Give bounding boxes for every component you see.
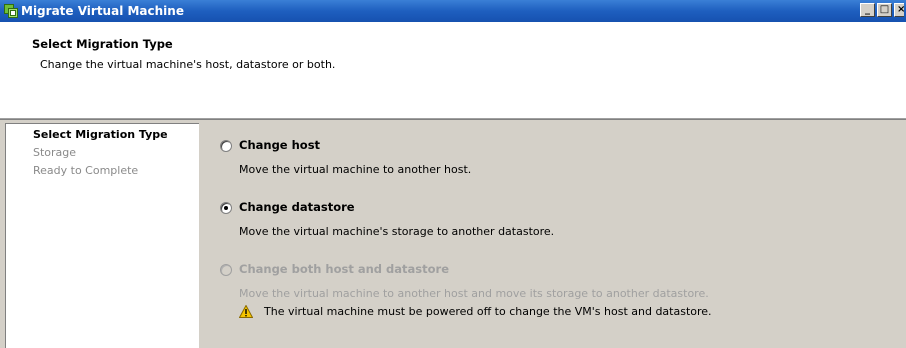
migration-options: Change host Move the virtual machine to …	[200, 120, 906, 348]
vm-migrate-icon	[4, 4, 18, 18]
maximize-button[interactable]: □	[877, 3, 892, 17]
step-ready-to-complete[interactable]: Ready to Complete	[33, 164, 138, 177]
change-both-description: Move the virtual machine to another host…	[239, 287, 709, 300]
step-select-migration-type[interactable]: Select Migration Type	[33, 128, 168, 141]
page-subtitle: Change the virtual machine's host, datas…	[40, 58, 336, 71]
change-both-radio	[220, 264, 232, 276]
step-storage[interactable]: Storage	[33, 146, 76, 159]
wizard-body: Select Migration Type Storage Ready to C…	[0, 120, 906, 348]
minimize-button[interactable]: _	[860, 3, 875, 17]
change-datastore-radio[interactable]	[220, 202, 232, 214]
warning-message: The virtual machine must be powered off …	[264, 305, 712, 318]
title-bar[interactable]: Migrate Virtual Machine _ □ ×	[0, 0, 906, 22]
change-both-label: Change both host and datastore	[239, 262, 450, 276]
change-host-description: Move the virtual machine to another host…	[239, 163, 472, 176]
change-datastore-description: Move the virtual machine's storage to an…	[239, 225, 555, 238]
wizard-steps-panel: Select Migration Type Storage Ready to C…	[5, 123, 199, 348]
change-host-label[interactable]: Change host	[239, 138, 320, 152]
page-title: Select Migration Type	[32, 37, 173, 51]
window-title: Migrate Virtual Machine	[21, 4, 184, 18]
warning-icon	[239, 305, 253, 318]
change-host-radio[interactable]	[220, 140, 232, 152]
window-controls: _ □ ×	[860, 3, 905, 17]
wizard-header: Select Migration Type Change the virtual…	[0, 22, 906, 119]
close-button[interactable]: ×	[894, 3, 905, 17]
change-datastore-label[interactable]: Change datastore	[239, 200, 355, 214]
